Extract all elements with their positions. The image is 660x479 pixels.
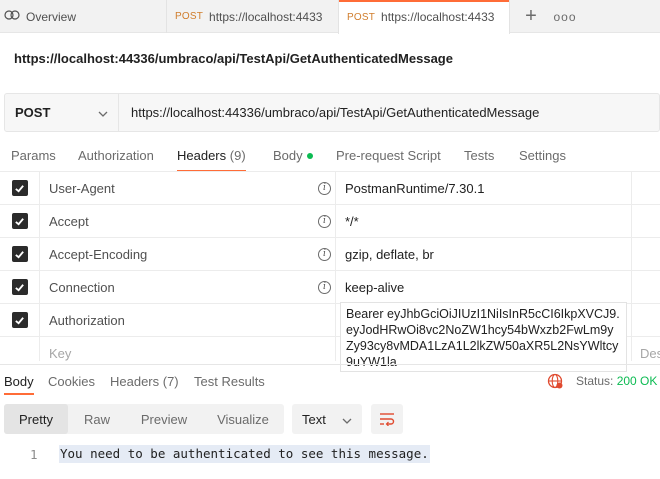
- status-label: Status:: [576, 374, 614, 388]
- header-value[interactable]: */*: [336, 205, 632, 237]
- header-value[interactable]: keep-alive: [336, 271, 632, 303]
- header-checkbox[interactable]: [0, 238, 40, 270]
- line-number: 1: [30, 447, 38, 462]
- header-description[interactable]: [632, 271, 660, 303]
- header-description[interactable]: [632, 238, 660, 270]
- body-indicator-dot: [306, 152, 313, 159]
- table-row: Accept i */*: [0, 205, 660, 238]
- checkbox-checked-icon: [11, 279, 28, 295]
- table-row: Connection i keep-alive: [0, 271, 660, 304]
- view-visualize-button[interactable]: Visualize: [202, 404, 284, 434]
- response-tab-test-results[interactable]: Test Results: [194, 374, 265, 389]
- view-pretty-button[interactable]: Pretty: [4, 404, 68, 434]
- tab-request-2-active[interactable]: POST https://localhost:4433: [338, 0, 510, 34]
- header-checkbox[interactable]: [0, 271, 40, 303]
- wrap-lines-icon[interactable]: [371, 404, 403, 434]
- info-icon[interactable]: i: [318, 214, 331, 228]
- checkbox-checked-icon: [11, 213, 28, 229]
- tab-prerequest-script[interactable]: Pre-request Script: [336, 148, 441, 163]
- tab-body-label: Body: [273, 148, 303, 163]
- header-key-text: User-Agent: [49, 180, 115, 196]
- authorization-value-editor[interactable]: Bearer eyJhbGciOiJIUzI1NiIsInR5cCI6IkpXV…: [340, 302, 627, 372]
- tab-params[interactable]: Params: [11, 148, 56, 163]
- header-description[interactable]: [632, 172, 660, 204]
- response-tab-cookies[interactable]: Cookies: [48, 374, 95, 389]
- format-label: Text: [302, 411, 326, 427]
- table-row: User-Agent i PostmanRuntime/7.30.1: [0, 172, 660, 205]
- method-select[interactable]: POST: [5, 94, 119, 131]
- more-tabs-icon[interactable]: ooo: [552, 0, 578, 33]
- tab-request-1[interactable]: POST https://localhost:4433: [166, 0, 338, 33]
- table-row: Accept-Encoding i gzip, deflate, br: [0, 238, 660, 271]
- response-body-line: 1 You need to be authenticated to see th…: [0, 445, 660, 465]
- request-title: https://localhost:44336/umbraco/api/Test…: [14, 51, 453, 66]
- tab-overview-label: Overview: [26, 9, 77, 24]
- header-checkbox[interactable]: [0, 205, 40, 237]
- response-tab-body[interactable]: Body: [4, 374, 34, 395]
- new-description-input[interactable]: Des: [632, 337, 660, 361]
- info-icon[interactable]: i: [318, 247, 331, 261]
- tab-overview[interactable]: Overview: [0, 0, 166, 33]
- header-description[interactable]: [632, 304, 660, 336]
- header-key[interactable]: Accept-Encoding i: [40, 238, 336, 270]
- tab-tests[interactable]: Tests: [464, 148, 494, 163]
- url-bar: POST https://localhost:44336/umbraco/api…: [4, 93, 660, 132]
- tab-authorization[interactable]: Authorization: [78, 148, 154, 163]
- overview-icon: [4, 9, 20, 24]
- request-tabs: Params Authorization Headers (9) Body Pr…: [0, 144, 660, 172]
- tab-headers-count: (9): [229, 148, 246, 163]
- checkbox-checked-icon: [11, 312, 28, 328]
- response-tab-headers[interactable]: Headers (7): [110, 374, 179, 389]
- header-checkbox[interactable]: [0, 304, 40, 336]
- header-key-text: Accept-Encoding: [49, 246, 148, 262]
- chevron-down-icon: [98, 106, 108, 120]
- response-body-text[interactable]: You need to be authenticated to see this…: [59, 445, 430, 463]
- tab-settings[interactable]: Settings: [519, 148, 566, 163]
- view-preview-button[interactable]: Preview: [126, 404, 202, 434]
- header-key-text: Accept: [49, 213, 89, 229]
- tab-method: POST: [175, 11, 204, 22]
- header-key-text: Authorization: [49, 312, 125, 328]
- info-icon[interactable]: i: [318, 280, 331, 294]
- url-input[interactable]: https://localhost:44336/umbraco/api/Test…: [119, 94, 659, 131]
- checkbox-checked-icon: [11, 180, 28, 196]
- tab-url: https://localhost:4433: [209, 9, 323, 24]
- new-tab-plus-icon[interactable]: +: [518, 0, 544, 33]
- header-value[interactable]: PostmanRuntime/7.30.1: [336, 172, 632, 204]
- response-view-switcher: Pretty Raw Preview Visualize: [4, 404, 284, 434]
- response-tabs: Body Cookies Headers (7) Test Results St…: [0, 364, 660, 396]
- header-key[interactable]: Connection i: [40, 271, 336, 303]
- header-key[interactable]: Authorization: [40, 304, 336, 336]
- tab-body[interactable]: Body: [273, 148, 313, 163]
- status-code: 200 OK: [616, 374, 658, 388]
- method-label: POST: [15, 105, 51, 120]
- empty-checkbox-cell: [0, 337, 40, 361]
- checkbox-checked-icon: [11, 246, 28, 262]
- response-status[interactable]: Status: 200 OK: [576, 374, 657, 388]
- globe-network-icon[interactable]: [547, 373, 563, 389]
- header-key[interactable]: Accept i: [40, 205, 336, 237]
- tab-url: https://localhost:4433: [381, 10, 495, 24]
- new-key-input[interactable]: Key: [40, 337, 336, 361]
- header-key-text: Connection: [49, 279, 115, 295]
- header-checkbox[interactable]: [0, 172, 40, 204]
- format-select[interactable]: Text: [292, 404, 362, 434]
- header-key[interactable]: User-Agent i: [40, 172, 336, 204]
- tab-strip: Overview POST https://localhost:4433 POS…: [0, 0, 660, 34]
- tab-headers[interactable]: Headers (9): [177, 148, 246, 172]
- header-description[interactable]: [632, 205, 660, 237]
- chevron-down-icon: [342, 412, 352, 427]
- tab-headers-label: Headers: [177, 148, 227, 163]
- header-value[interactable]: gzip, deflate, br: [336, 238, 632, 270]
- tab-method: POST: [347, 11, 376, 23]
- view-raw-button[interactable]: Raw: [68, 404, 126, 434]
- info-icon[interactable]: i: [318, 181, 331, 195]
